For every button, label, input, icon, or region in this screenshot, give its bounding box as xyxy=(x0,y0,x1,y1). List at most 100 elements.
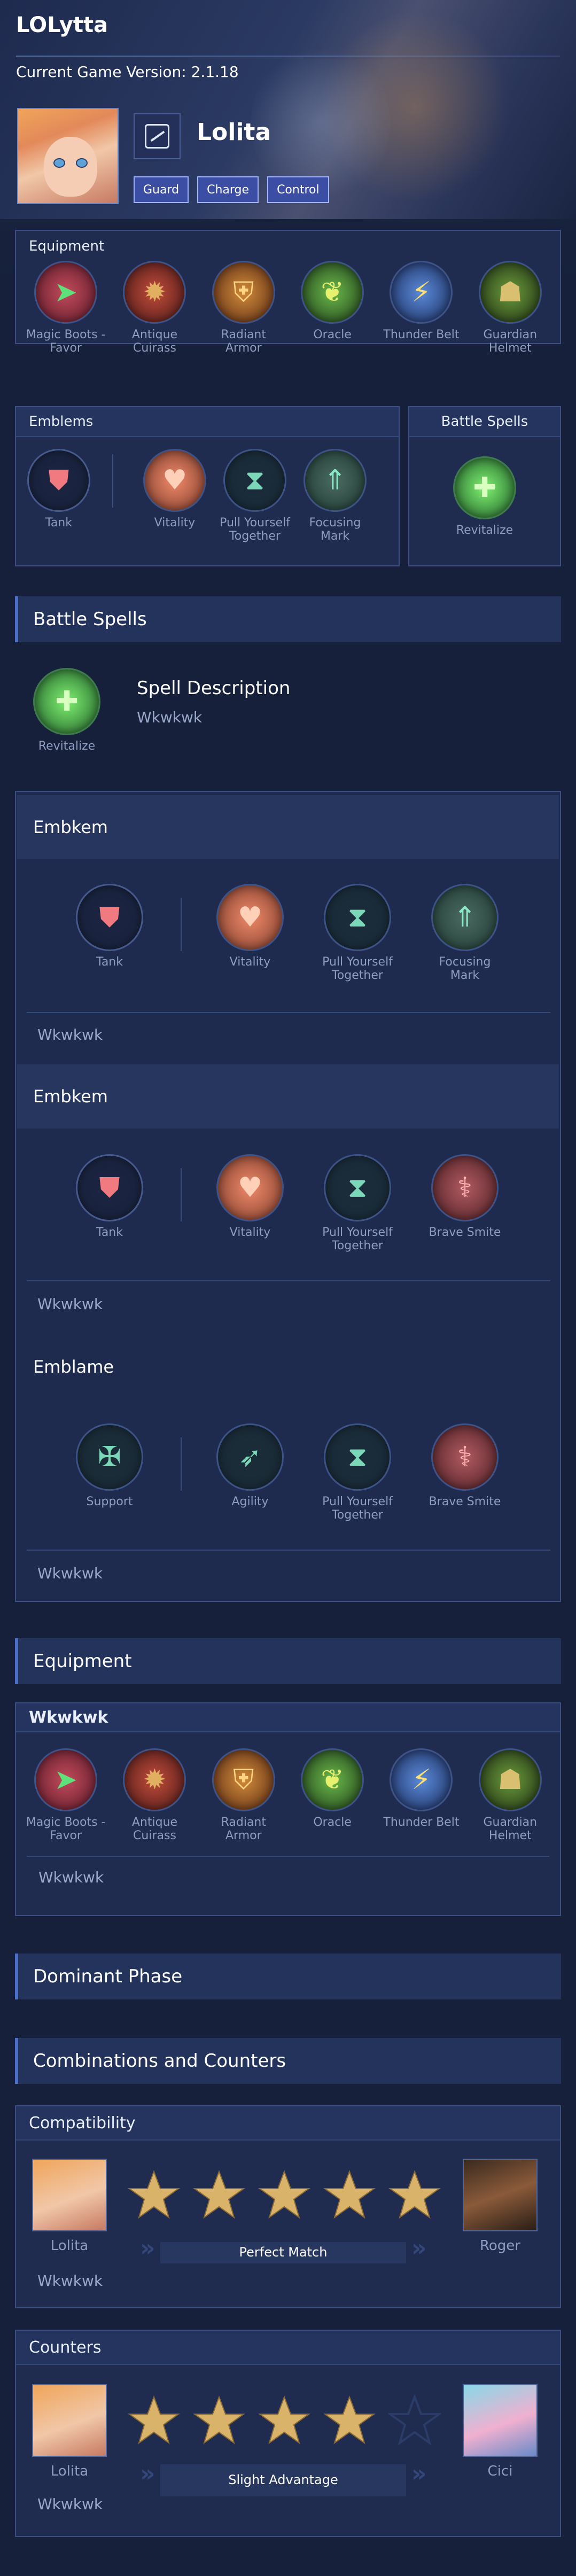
shield-icon: ⛊ xyxy=(76,884,143,951)
hero-portrait xyxy=(17,108,119,204)
equipment-item[interactable]: ✹ Antique Cuirass xyxy=(114,261,194,355)
page: LOLytta Current Game Version: 2.1.18 Lol… xyxy=(0,0,576,2576)
hero-name-left: Lolita xyxy=(50,2238,89,2254)
counters-verdict: Slight Advantage xyxy=(160,2464,406,2496)
heart-icon: ♥ xyxy=(216,1154,284,1221)
emblem-build-title: Embkem xyxy=(17,1064,559,1129)
battle-spells-header: Battle Spells xyxy=(15,596,561,642)
star-filled-icon xyxy=(258,2395,311,2445)
compatibility-note: Wkwkwk xyxy=(37,2272,103,2290)
star-filled-icon xyxy=(127,2170,181,2219)
title-divider xyxy=(16,56,560,57)
equipment-panel: Equipment ➤ Magic Boots - Favor ✹ Antiqu… xyxy=(15,230,561,355)
hero-name: Lolita xyxy=(197,119,271,146)
boots-icon: ➤ xyxy=(34,261,98,324)
build-note: Wkwkwk xyxy=(37,1026,103,1044)
arrow-up-icon: ⇑ xyxy=(431,884,499,951)
arrow-up-icon: ⇑ xyxy=(303,449,367,512)
counters-note: Wkwkwk xyxy=(37,2495,103,2513)
boots-icon: ➤ xyxy=(34,1748,98,1811)
emblem-item[interactable]: ⛊ Tank xyxy=(27,449,91,543)
hero-portrait-cici[interactable] xyxy=(463,2384,538,2457)
spell-description-title: Spell Description xyxy=(137,678,291,699)
hero-portrait-roger[interactable] xyxy=(463,2159,538,2231)
equipment-item[interactable]: ❦ Oracle xyxy=(292,1748,372,1843)
equipment-item[interactable]: ➤ Magic Boots - Favor xyxy=(26,1748,106,1843)
hero-name-left: Lolita xyxy=(50,2463,89,2479)
equipment-item[interactable]: ⛨ Radiant Armor xyxy=(204,1748,284,1843)
emblem-item[interactable]: ⚕ Brave Smite xyxy=(425,1423,505,1508)
build-divider xyxy=(27,1280,550,1281)
hero-portrait-lolita[interactable] xyxy=(32,2384,107,2457)
star-filled-icon xyxy=(127,2395,181,2445)
dominant-phase-header: Dominant Phase xyxy=(15,1954,561,1999)
emblem-item[interactable]: ⇑ Focusing Mark xyxy=(425,884,505,983)
equipment-panel-title: Equipment xyxy=(16,231,560,259)
emblem-item[interactable]: ♥ Vitality xyxy=(135,449,215,543)
equipment-section-header: Equipment xyxy=(15,1638,561,1684)
emblem-build-title: Embkem xyxy=(17,795,559,859)
equipment-item[interactable]: ❦ Oracle xyxy=(292,261,372,355)
emblem-divider xyxy=(112,454,113,508)
cuirass-icon: ✹ xyxy=(123,261,186,324)
emblem-item[interactable]: ⧗ Pull Yourself Together xyxy=(317,1423,398,1522)
combinations-header: Combinations and Counters xyxy=(15,2038,561,2084)
emblem-item[interactable]: ♥ Vitality xyxy=(210,1154,290,1239)
role-tag-charge[interactable]: Charge xyxy=(197,176,259,203)
hourglass-icon: ⧗ xyxy=(223,449,286,512)
equipment-item[interactable]: ➤ Magic Boots - Favor xyxy=(26,261,106,355)
star-filled-icon xyxy=(258,2170,311,2219)
brave-smite-icon: ⚕ xyxy=(431,1154,499,1221)
equipment-item[interactable]: ✹ Antique Cuirass xyxy=(114,1748,194,1843)
battle-spell-item[interactable]: ✚ Revitalize xyxy=(445,456,525,537)
equipment-item[interactable]: ☗ Guardian Helmet xyxy=(470,261,550,355)
equipment-item[interactable]: ⛨ Radiant Armor xyxy=(204,261,284,355)
role-tag-guard[interactable]: Guard xyxy=(134,176,189,203)
emblem-item[interactable]: ✠ Support xyxy=(69,1423,150,1508)
star-filled-icon xyxy=(192,2170,246,2219)
emblem-item[interactable]: ⧗ Pull Yourself Together xyxy=(317,1154,398,1253)
shield-icon: ⛊ xyxy=(76,1154,143,1221)
emblem-item[interactable]: ⧗ Pull Yourself Together xyxy=(317,884,398,983)
chevron-right-icon: » xyxy=(411,2460,427,2487)
star-filled-icon xyxy=(323,2170,376,2219)
emblem-item[interactable]: ⧗ Pull Yourself Together xyxy=(215,449,295,543)
emblem-item[interactable]: ⛊ Tank xyxy=(69,1154,150,1239)
emblem-item[interactable]: ⛊ Tank xyxy=(69,884,150,969)
equipment-item[interactable]: ⚡ Thunder Belt xyxy=(381,261,461,355)
hourglass-icon: ⧗ xyxy=(324,884,391,951)
oracle-icon: ❦ xyxy=(301,261,364,324)
star-filled-icon xyxy=(388,2170,441,2219)
emblem-item[interactable]: ⚕ Brave Smite xyxy=(425,1154,505,1239)
emblem-divider xyxy=(181,898,182,951)
chevron-left-icon: » xyxy=(140,2460,155,2487)
belt-icon: ⚡ xyxy=(390,261,453,324)
revitalize-icon: ✚ xyxy=(33,668,100,735)
shield-icon: ⛊ xyxy=(27,449,90,512)
role-tags: Guard Charge Control xyxy=(134,176,329,203)
build-divider xyxy=(27,1550,550,1551)
equipment-item[interactable]: ☗ Guardian Helmet xyxy=(470,1748,550,1843)
armor-icon: ⛨ xyxy=(212,261,275,324)
app-title: LOLytta xyxy=(16,13,108,37)
emblem-item[interactable]: ♥ Vitality xyxy=(210,884,290,969)
armor-icon: ⛨ xyxy=(212,1748,275,1811)
spell-description: Wkwkwk xyxy=(137,709,203,726)
battle-spell-detail[interactable]: ✚ Revitalize xyxy=(27,668,107,753)
emblem-item[interactable]: ⇑ Focusing Mark xyxy=(295,449,375,543)
equipment-item[interactable]: ⚡ Thunder Belt xyxy=(381,1748,461,1843)
emblem-divider xyxy=(181,1437,182,1491)
agility-icon: ➶ xyxy=(216,1423,284,1491)
chevron-left-icon: » xyxy=(140,2235,155,2262)
equipment-build-title: Wkwkwk xyxy=(16,1703,560,1732)
cuirass-icon: ✹ xyxy=(123,1748,186,1811)
hero-portrait-lolita[interactable] xyxy=(32,2159,107,2231)
oracle-icon: ❦ xyxy=(301,1748,364,1811)
chevron-right-icon: » xyxy=(411,2235,427,2262)
star-empty-icon xyxy=(388,2394,441,2446)
counters-title: Counters xyxy=(16,2331,560,2365)
emblem-item[interactable]: ➶ Agility xyxy=(210,1423,290,1508)
support-icon: ✠ xyxy=(76,1423,143,1491)
revitalize-icon: ✚ xyxy=(453,456,516,519)
role-tag-control[interactable]: Control xyxy=(267,176,329,203)
